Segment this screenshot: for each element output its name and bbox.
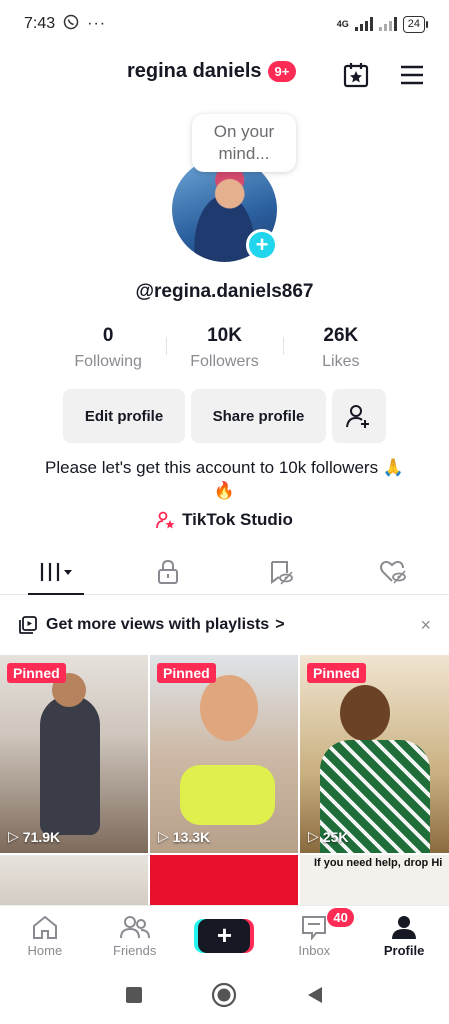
nav-label: Profile	[383, 942, 425, 958]
video-tile[interactable]: Pinned ▷ 13.3K	[150, 655, 298, 853]
bottom-nav: Home Friends + Inbox 40 Profile	[0, 905, 449, 965]
tab-liked[interactable]	[337, 549, 449, 594]
view-count-value: 25K	[322, 828, 349, 845]
user-handle: @regina.daniels867	[135, 281, 314, 302]
nav-friends[interactable]: Friends	[90, 906, 180, 965]
whatsapp-icon	[63, 14, 79, 35]
stat-label: Followers	[190, 353, 259, 370]
nav-profile[interactable]: Profile	[359, 906, 449, 965]
edit-profile-button[interactable]: Edit profile	[63, 389, 185, 443]
view-count: ▷ 13.3K	[158, 828, 210, 845]
add-friend-icon	[346, 405, 369, 428]
stat-label: Following	[74, 353, 142, 370]
profile-stats: 0 Following 10K Followers 26K Likes	[50, 325, 399, 371]
pinned-badge: Pinned	[7, 663, 66, 683]
nav-label: Friends	[113, 942, 157, 958]
signal-secondary-icon	[378, 17, 397, 31]
battery-indicator: 24	[402, 15, 429, 33]
video-tile[interactable]	[0, 855, 148, 905]
pinned-badge: Pinned	[157, 663, 216, 683]
close-icon[interactable]: ×	[420, 615, 431, 636]
network-type-label: 4G	[336, 19, 349, 29]
content-tabs	[0, 549, 449, 595]
play-icon: ▷	[8, 828, 19, 844]
note-bubble[interactable]: On your mind...	[192, 114, 296, 172]
nav-inbox[interactable]: Inbox 40	[269, 906, 359, 965]
view-count: ▷ 25K	[308, 828, 348, 845]
heart-eye-icon	[379, 560, 406, 584]
playlist-banner[interactable]: Get more views with playlists > ×	[0, 607, 449, 643]
view-count: ▷ 71.9K	[8, 828, 60, 845]
tab-reposts[interactable]	[225, 549, 337, 594]
stat-following[interactable]: 0 Following	[50, 325, 166, 371]
status-bar: 7:43 ··· 4G 24	[0, 0, 449, 48]
play-icon: ▷	[308, 828, 319, 844]
video-tile[interactable]: If you need help, drop Hi	[300, 855, 449, 905]
video-grid: Pinned ▷ 71.9K Pinned ▷ 13.3K Pinned ▷ 25K …	[0, 655, 449, 905]
more-notifications-icon: ···	[87, 15, 107, 32]
profile-bio: Please let's get this account to 10k fol…	[45, 458, 404, 500]
video-tile[interactable]	[150, 855, 298, 905]
share-profile-button[interactable]: Share profile	[191, 389, 326, 443]
stat-likes[interactable]: 26K Likes	[282, 325, 399, 371]
status-time: 7:43	[24, 15, 56, 32]
add-story-button[interactable]: +	[246, 229, 278, 261]
video-tile[interactable]: Pinned ▷ 71.9K	[0, 655, 148, 853]
chevron-right-icon: >	[275, 616, 285, 633]
pinned-badge: Pinned	[307, 663, 366, 683]
stat-value: 10K	[207, 325, 242, 346]
view-count-value: 71.9K	[22, 828, 61, 845]
profile-header: regina daniels 9+	[0, 52, 449, 98]
recent-apps-icon[interactable]	[124, 985, 144, 1005]
video-caption: If you need help, drop Hi	[314, 857, 443, 869]
nav-create[interactable]: +	[180, 906, 270, 965]
home-icon	[32, 915, 57, 939]
calendar-star-icon[interactable]	[341, 60, 371, 90]
username: regina daniels	[127, 60, 262, 82]
system-nav-bar	[0, 965, 449, 1024]
signal-icon	[354, 17, 373, 31]
stat-value: 26K	[323, 325, 359, 346]
studio-person-star-icon	[156, 511, 175, 529]
video-tile[interactable]: Pinned ▷ 25K	[300, 655, 449, 853]
nav-label: Inbox	[298, 942, 331, 958]
create-icon: +	[198, 918, 251, 953]
tab-videos[interactable]	[0, 549, 112, 595]
tab-private[interactable]	[112, 549, 224, 594]
profile-icon	[392, 915, 417, 939]
studio-label: TikTok Studio	[182, 510, 293, 529]
stat-label: Likes	[322, 353, 360, 370]
menu-icon[interactable]	[397, 60, 427, 90]
inbox-badge: 40	[327, 908, 354, 927]
grid-dropdown-icon	[41, 562, 73, 581]
friends-icon	[119, 915, 150, 938]
nav-label: Home	[27, 942, 63, 958]
add-friend-button[interactable]	[332, 389, 386, 443]
playlist-icon	[19, 616, 37, 634]
tiktok-studio-link[interactable]: TikTok Studio	[0, 510, 449, 530]
back-icon[interactable]	[305, 985, 325, 1005]
inbox-icon	[302, 915, 327, 940]
play-icon: ▷	[158, 828, 169, 844]
notification-badge: 9+	[267, 61, 297, 82]
home-button-icon[interactable]	[211, 982, 237, 1008]
nav-home[interactable]: Home	[0, 906, 90, 965]
playlist-banner-text: Get more views with playlists	[46, 616, 270, 633]
account-switcher[interactable]: regina daniels 9+	[127, 60, 297, 83]
stat-value: 0	[102, 325, 114, 346]
bookmark-eye-icon	[270, 560, 293, 585]
lock-icon	[158, 559, 179, 584]
view-count-value: 13.3K	[172, 828, 211, 845]
stat-followers[interactable]: 10K Followers	[166, 325, 282, 371]
